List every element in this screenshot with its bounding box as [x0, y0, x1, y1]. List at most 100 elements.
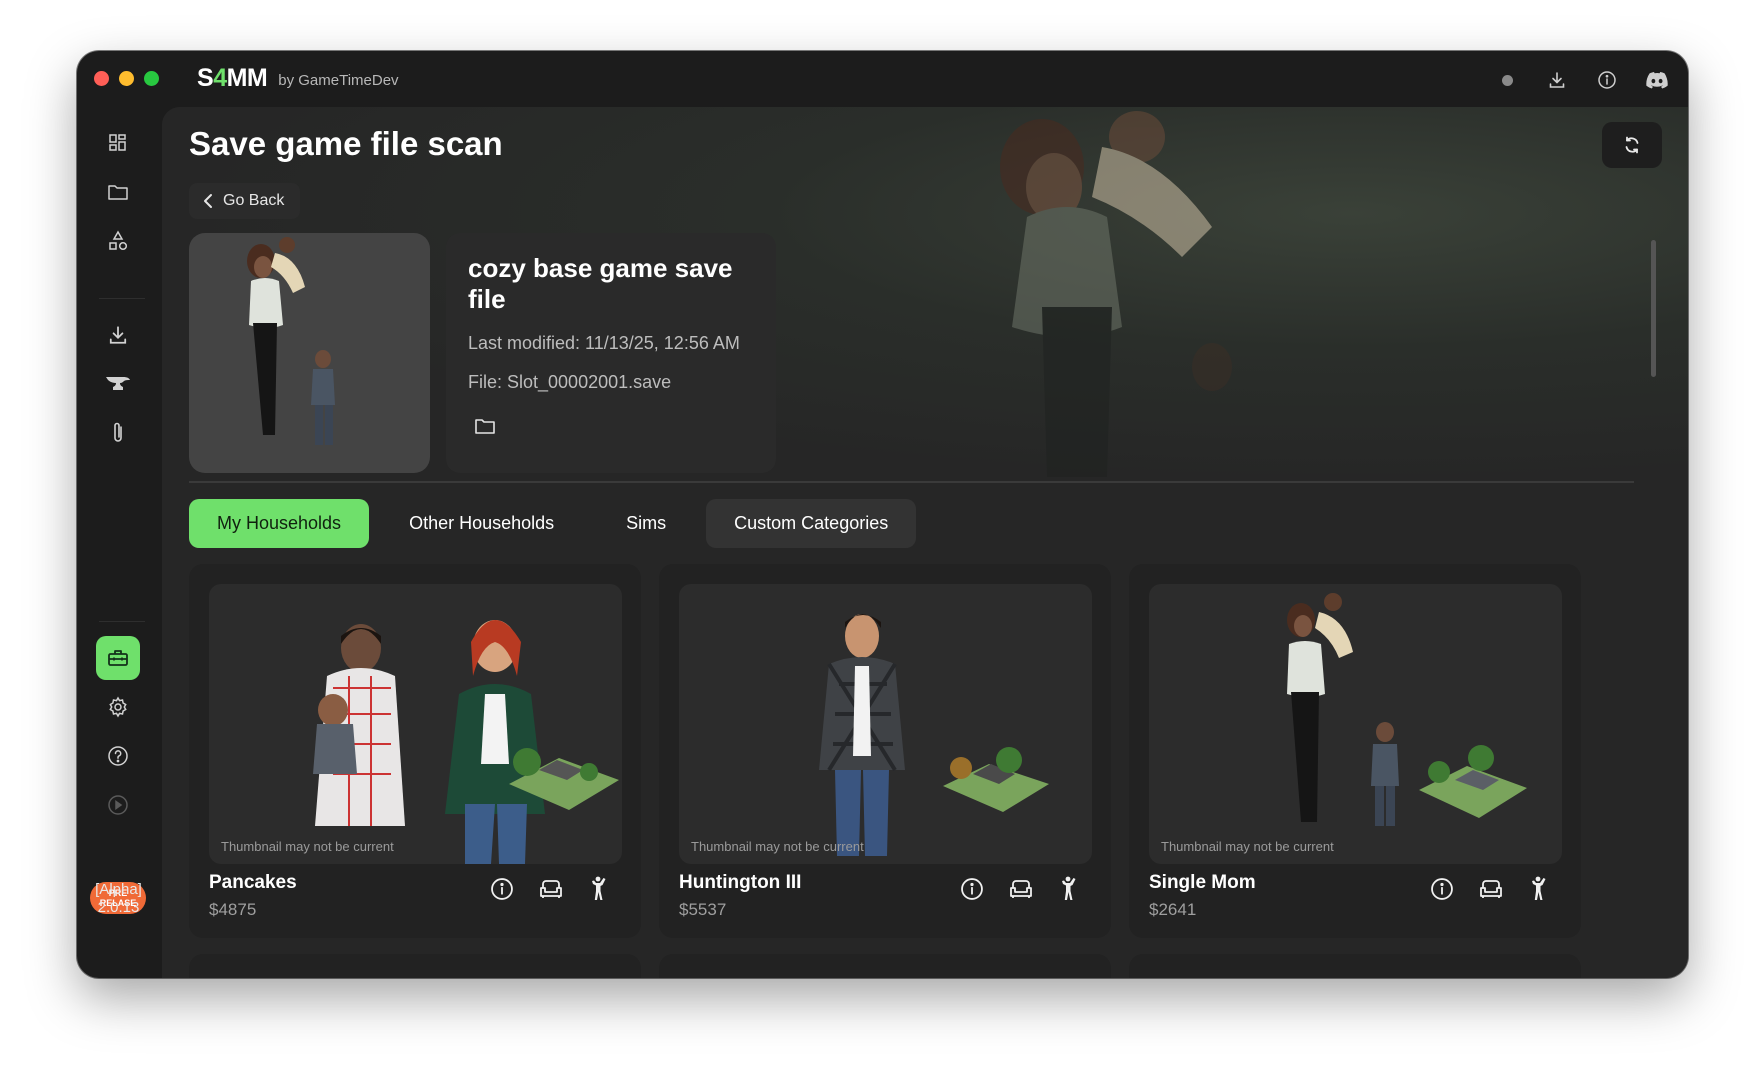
status-dot-icon [1501, 74, 1513, 86]
folder-icon [475, 419, 495, 434]
app-version: [Alpha] 2.0.13 [95, 881, 142, 916]
household-thumbnail: Thumbnail may not be current [209, 584, 622, 864]
scrollbar[interactable] [1651, 240, 1656, 377]
sidebar-item-tools[interactable] [96, 362, 140, 406]
tab-custom-categories[interactable]: Custom Categories [706, 499, 917, 548]
household-thumbnail-image [313, 620, 619, 864]
household-info-button[interactable] [1427, 874, 1457, 904]
save-last-modified: Last modified: 11/13/25, 12:56 AM [468, 333, 740, 353]
window-controls [94, 71, 159, 86]
toolbox-icon [108, 650, 128, 666]
folder-icon [108, 185, 128, 200]
zoom-window-button[interactable] [144, 71, 159, 86]
household-info-button[interactable] [487, 874, 517, 904]
title-actions [1490, 63, 1674, 97]
household-thumbnail-image [819, 614, 1049, 856]
tab-sims[interactable]: Sims [594, 499, 698, 548]
sim-figure-icon [592, 876, 606, 900]
sidebar-item-play[interactable] [96, 783, 140, 827]
downloads-button[interactable] [1540, 63, 1574, 97]
save-file-name: File: Slot_00002001.save [468, 372, 672, 392]
household-actions [487, 874, 615, 904]
discord-icon [1646, 71, 1668, 88]
sidebar-item-toolbox[interactable] [96, 636, 140, 680]
household-tabs: My Households Other Households Sims Cust… [189, 499, 917, 548]
about-button[interactable] [1590, 63, 1624, 97]
household-card-partial[interactable] [189, 954, 641, 978]
household-funds: $5537 [679, 900, 727, 919]
household-lot-button[interactable] [1006, 874, 1036, 904]
household-funds: $2641 [1149, 900, 1197, 919]
sim-figure-icon [1532, 876, 1546, 900]
app-logo: S4MM [197, 64, 268, 92]
household-card-partial[interactable] [659, 954, 1111, 978]
sidebar-item-settings[interactable] [96, 685, 140, 729]
refresh-icon [1625, 136, 1639, 154]
refresh-button[interactable] [1602, 122, 1662, 168]
household-name: Huntington III [679, 872, 802, 893]
open-folder-button[interactable] [470, 411, 500, 441]
save-info-card: cozy base game save file Last modified: … [446, 233, 776, 473]
info-icon [1598, 71, 1616, 89]
dashboard-icon [109, 134, 126, 151]
download-icon [109, 326, 127, 344]
household-card[interactable]: Thumbnail may not be current Single Mom … [1129, 564, 1581, 938]
app-byline: by GameTimeDev [278, 72, 399, 89]
title-bar: S4MM by GameTimeDev [77, 51, 1688, 106]
household-lot-button[interactable] [536, 874, 566, 904]
sofa-icon [540, 880, 562, 898]
sidebar-divider [99, 621, 145, 622]
app-window: S4MM by GameTimeDev PRE RELASE [Alpha] 2… [77, 51, 1688, 978]
close-window-button[interactable] [94, 71, 109, 86]
sidebar-item-dashboard[interactable] [96, 121, 140, 165]
sidebar-item-help[interactable] [96, 734, 140, 778]
save-thumbnail-image [247, 237, 335, 445]
household-sims-button[interactable] [585, 874, 615, 904]
main-panel: Save game file scan Go Back cozy base ga… [162, 107, 1688, 978]
thumbnail-note: Thumbnail may not be current [691, 839, 864, 854]
household-info-button[interactable] [957, 874, 987, 904]
household-sims-button[interactable] [1525, 874, 1555, 904]
sim-figure-icon [1062, 876, 1076, 900]
household-actions [957, 874, 1085, 904]
household-name: Single Mom [1149, 872, 1256, 893]
section-divider [189, 481, 1634, 483]
help-icon [108, 746, 128, 766]
household-card[interactable]: Thumbnail may not be current Pancakes $4… [189, 564, 641, 938]
info-icon [961, 878, 983, 900]
household-card[interactable]: Thumbnail may not be current Huntington … [659, 564, 1111, 938]
download-icon [1549, 72, 1565, 88]
chevron-left-icon [204, 194, 212, 208]
save-name: cozy base game save file [468, 253, 733, 314]
household-lot-button[interactable] [1476, 874, 1506, 904]
household-name: Pancakes [209, 872, 297, 893]
household-thumbnail: Thumbnail may not be current [1149, 584, 1562, 864]
sofa-icon [1010, 880, 1032, 898]
household-funds: $4875 [209, 900, 257, 919]
page-title: Save game file scan [189, 125, 503, 162]
sidebar-item-downloads[interactable] [96, 313, 140, 357]
sidebar-divider [99, 298, 145, 299]
household-thumbnail-image [1287, 593, 1527, 826]
discord-button[interactable] [1640, 63, 1674, 97]
sidebar-item-categories[interactable] [96, 219, 140, 263]
thumbnail-note: Thumbnail may not be current [1161, 839, 1334, 854]
anvil-icon [106, 377, 130, 390]
info-icon [1431, 878, 1453, 900]
sidebar-item-files[interactable] [96, 170, 140, 214]
household-thumbnail: Thumbnail may not be current [679, 584, 1092, 864]
sofa-icon [1480, 880, 1502, 898]
tab-my-households[interactable]: My Households [189, 499, 370, 548]
sidebar: PRE RELASE [Alpha] 2.0.13 [77, 106, 160, 978]
household-actions [1427, 874, 1555, 904]
thumbnail-note: Thumbnail may not be current [221, 839, 394, 854]
household-sims-button[interactable] [1055, 874, 1085, 904]
go-back-button[interactable]: Go Back [189, 183, 301, 219]
gear-icon [109, 696, 127, 718]
info-icon [491, 878, 513, 900]
sidebar-item-attachments[interactable] [96, 411, 140, 455]
household-card-partial[interactable] [1129, 954, 1581, 978]
tab-other-households[interactable]: Other Households [377, 499, 586, 548]
minimize-window-button[interactable] [119, 71, 134, 86]
shapes-icon [109, 230, 128, 251]
